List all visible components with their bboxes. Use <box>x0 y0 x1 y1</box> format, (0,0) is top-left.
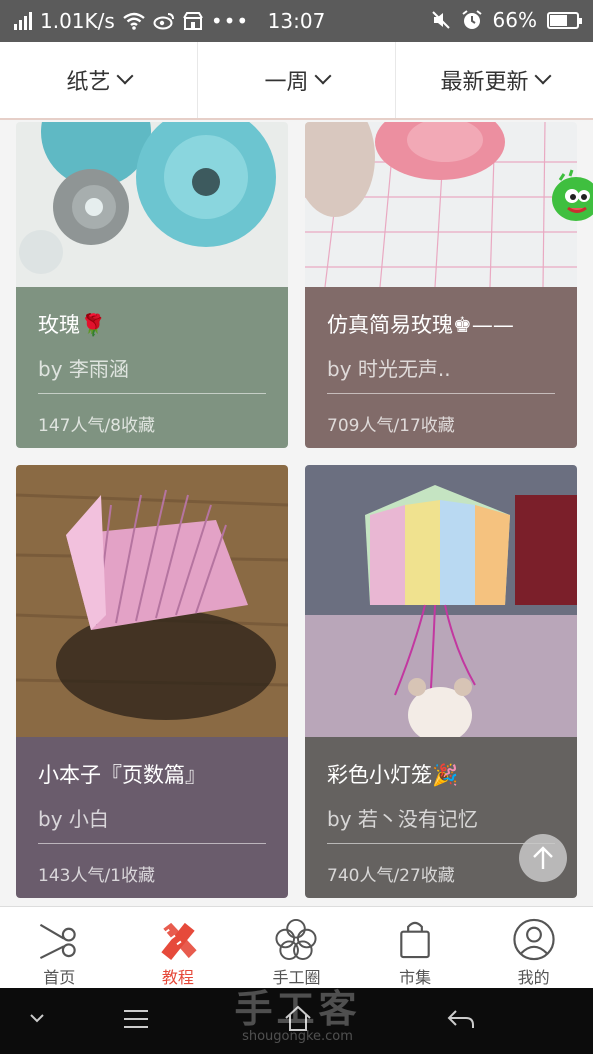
chevron-down-icon <box>116 67 133 85</box>
tutorial-card[interactable]: 玫瑰🌹 by 李雨涵 147人气/8收藏 <box>16 122 288 448</box>
filter-bar: 纸艺 一周 最新更新 <box>0 42 593 120</box>
user-icon <box>513 918 555 961</box>
watermark-url: shougongke.com <box>242 1029 353 1044</box>
card-divider <box>327 393 555 394</box>
card-stats: 740人气/27收藏 <box>327 866 455 886</box>
watermark: 手工客 shougongke.com <box>225 978 370 1044</box>
bottom-tab-bar: 首页 教程 手工圈 市集 我的 <box>0 906 593 988</box>
watermark-title: 手工客 <box>234 987 361 1031</box>
status-bar: 1.01K/s ••• 13:07 66% <box>0 0 593 42</box>
filter-sort-label: 最新更新 <box>440 70 529 95</box>
tab-profile[interactable]: 我的 <box>474 907 593 988</box>
card-author: by 时光无声.. <box>327 357 451 381</box>
filter-category[interactable]: 纸艺 <box>0 42 198 118</box>
tab-tutorials[interactable]: 教程 <box>119 907 238 988</box>
card-image-rose <box>16 122 288 287</box>
flower-icon <box>275 918 318 961</box>
tutorial-card[interactable]: 小本子『页数篇』 by 小白 143人气/1收藏 <box>16 465 288 898</box>
tab-community[interactable]: 手工圈 <box>237 907 356 988</box>
arrow-up-icon <box>533 846 553 869</box>
filter-sort[interactable]: 最新更新 <box>396 42 593 118</box>
card-image-lantern <box>305 465 577 737</box>
scissors-icon <box>40 923 77 960</box>
collapse-chevron-icon[interactable] <box>28 1012 46 1024</box>
card-info: 小本子『页数篇』 by 小白 143人气/1收藏 <box>16 737 288 898</box>
card-title: 仿真简易玫瑰♚—— <box>327 313 514 337</box>
tab-tutorials-label: 教程 <box>161 968 194 987</box>
back-icon[interactable] <box>446 1008 476 1030</box>
card-title: 小本子『页数篇』 <box>38 763 206 787</box>
card-author: by 李雨涵 <box>38 357 129 381</box>
alarm-icon <box>461 10 482 29</box>
card-info: 玫瑰🌹 by 李雨涵 147人气/8收藏 <box>16 287 288 448</box>
floating-mascot-icon[interactable] <box>550 168 593 230</box>
tutorial-card[interactable]: 仿真简易玫瑰♚—— by 时光无声.. 709人气/17收藏 <box>305 122 577 448</box>
tutorial-grid: 玫瑰🌹 by 李雨涵 147人气/8收藏 仿真简易玫瑰♚—— by 时光无声..… <box>0 122 593 906</box>
chevron-down-icon <box>314 67 331 85</box>
filter-period-label: 一周 <box>264 70 309 95</box>
card-stats: 147人气/8收藏 <box>38 416 155 436</box>
card-author: by 小白 <box>38 807 109 831</box>
tab-market-label: 市集 <box>399 968 432 987</box>
card-title: 玫瑰🌹 <box>38 313 107 337</box>
mute-icon <box>431 11 450 29</box>
tutorial-card[interactable]: 彩色小灯笼🎉 by 若丶没有记忆 740人气/27收藏 <box>305 465 577 898</box>
scroll-to-top-button[interactable] <box>519 834 567 882</box>
card-divider <box>327 843 555 844</box>
card-image-notebook <box>16 465 288 737</box>
tab-profile-label: 我的 <box>517 968 550 987</box>
chevron-down-icon <box>534 67 551 85</box>
tab-home[interactable]: 首页 <box>0 907 119 988</box>
tab-market[interactable]: 市集 <box>356 907 475 988</box>
card-stats: 143人气/1收藏 <box>38 866 155 886</box>
shopping-bag-icon <box>400 921 430 959</box>
card-image-paper-rose <box>305 122 577 287</box>
battery-percent: 66% <box>492 8 537 32</box>
menu-icon[interactable] <box>122 1008 150 1030</box>
card-title: 彩色小灯笼🎉 <box>327 763 459 787</box>
filter-period[interactable]: 一周 <box>198 42 396 118</box>
card-author: by 若丶没有记忆 <box>327 807 478 831</box>
card-divider <box>38 843 266 844</box>
card-divider <box>38 393 266 394</box>
filter-category-label: 纸艺 <box>66 70 111 95</box>
tab-home-label: 首页 <box>43 968 76 987</box>
pencil-ruler-icon <box>161 922 197 961</box>
battery-icon <box>547 11 582 29</box>
card-stats: 709人气/17收藏 <box>327 416 455 436</box>
card-info: 仿真简易玫瑰♚—— by 时光无声.. 709人气/17收藏 <box>305 287 577 448</box>
